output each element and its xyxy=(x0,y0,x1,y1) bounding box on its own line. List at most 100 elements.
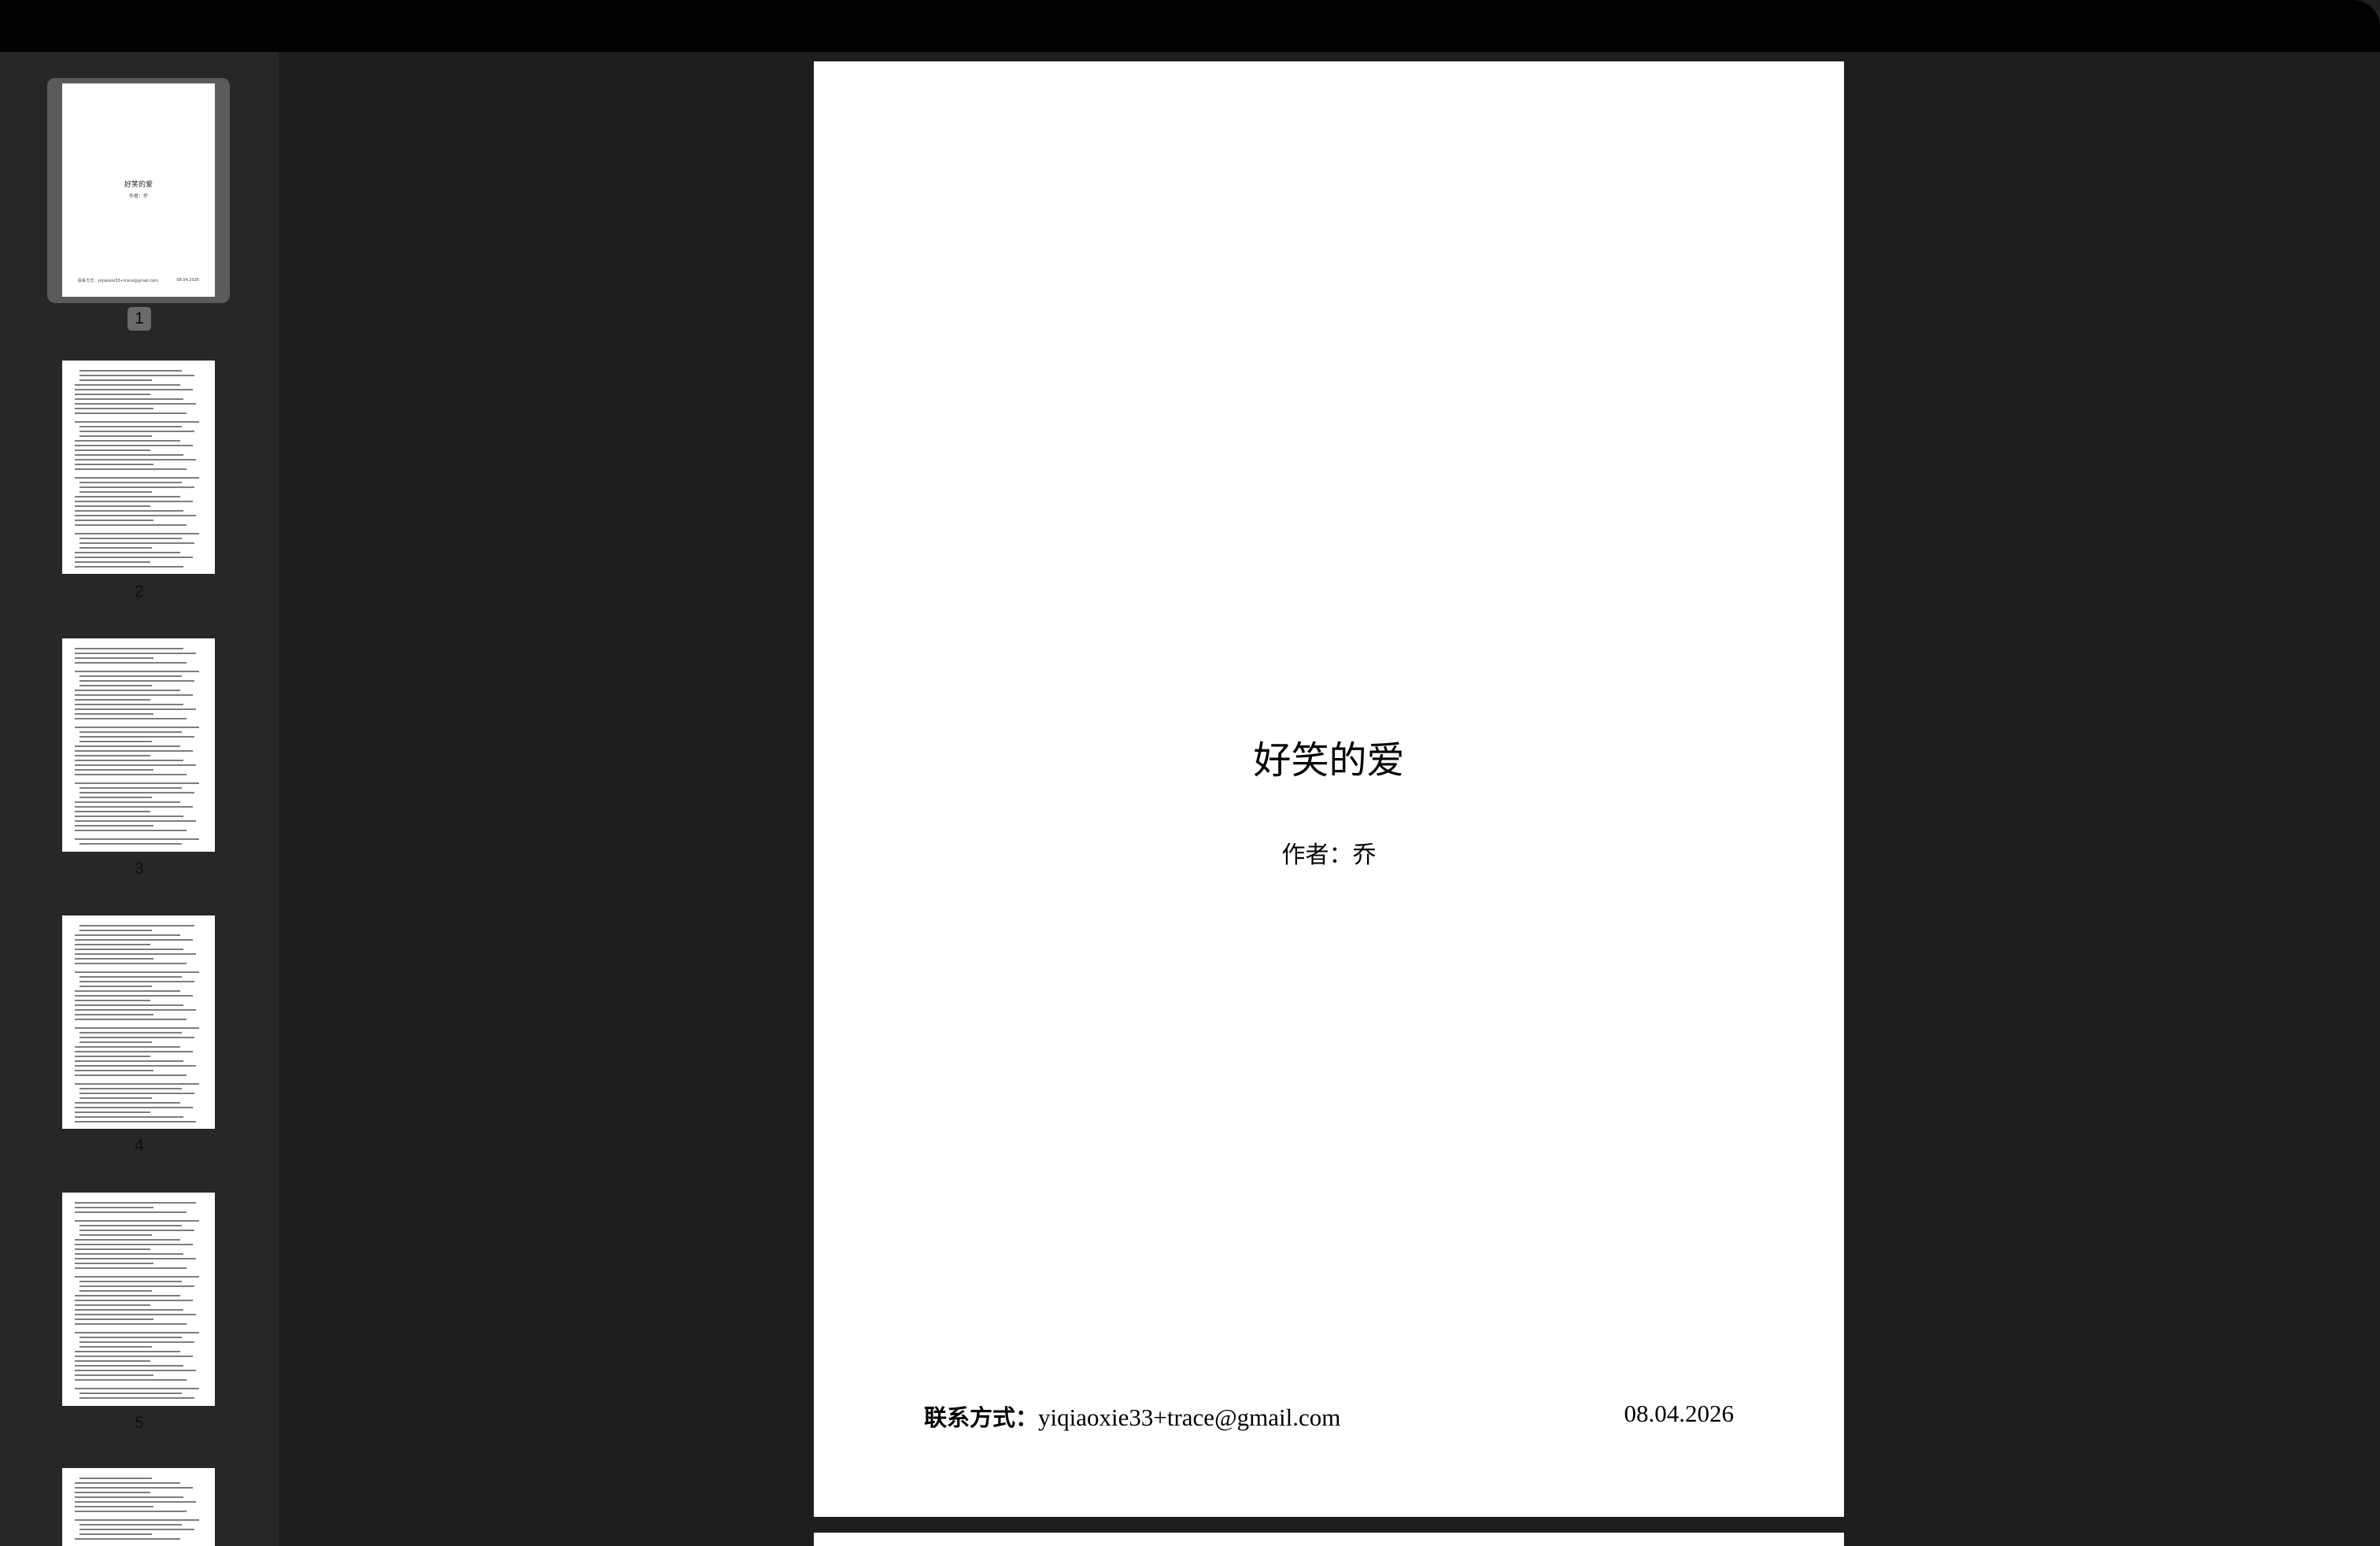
thumbnail-text-line xyxy=(75,1276,199,1278)
contact-email: yiqiaoxie33+trace@gmail.com xyxy=(1038,1404,1341,1431)
thumbnail-title: 好笑的爱 xyxy=(124,181,153,189)
thumbnail-text-line xyxy=(79,680,194,682)
thumbnail-text-line xyxy=(75,1009,196,1011)
thumbnail-text-line xyxy=(75,990,180,992)
thumbnail-text-line xyxy=(75,1519,199,1521)
thumbnail-text-line xyxy=(75,1267,187,1269)
thumbnail-text-line xyxy=(75,949,183,950)
thumbnail-text-line xyxy=(75,820,196,822)
thumbnail-text-line xyxy=(75,1360,150,1362)
thumbnail-text-line xyxy=(75,782,199,784)
thumbnail-text-line xyxy=(75,1019,187,1020)
thumbnail-text-line xyxy=(79,1346,152,1348)
thumbnail-text-line xyxy=(75,816,183,817)
thumbnail-page-2[interactable] xyxy=(62,361,215,574)
window-titlebar[interactable] xyxy=(0,0,2380,52)
thumbnail-text-line xyxy=(75,505,150,507)
thumbnail-text-line xyxy=(75,653,196,654)
thumbnail-text-line xyxy=(79,1032,182,1034)
thumbnail-text-line xyxy=(79,1529,194,1530)
document-page-1[interactable]: 好笑的爱 作者：乔 联系方式：yiqiaoxie33+trace@gmail.c… xyxy=(814,61,1844,1517)
thumbnail-text-line xyxy=(75,566,183,568)
thumbnail-text-line xyxy=(75,953,196,955)
thumbnail-text-line xyxy=(75,389,193,390)
thumbnail-text-line xyxy=(75,939,193,941)
thumbnail-text-line xyxy=(79,491,152,493)
thumbnail-text-line xyxy=(75,648,183,649)
thumbnail-page-number[interactable]: 2 xyxy=(0,583,279,601)
thumbnail-text-line xyxy=(75,412,187,414)
thumbnail-text-line xyxy=(75,468,187,470)
thumbnail-text-line xyxy=(75,1107,193,1108)
thumbnail-text-line xyxy=(79,930,152,931)
thumbnail-text-line xyxy=(75,657,153,659)
document-contact: 联系方式：yiqiaoxie33+trace@gmail.com xyxy=(924,1400,1340,1433)
thumbnail-text-line xyxy=(79,1037,194,1038)
thumbnail-text-line xyxy=(75,1220,199,1222)
thumbnail-text-line xyxy=(75,1244,193,1245)
thumbnail-text-line xyxy=(75,1211,187,1213)
thumbnail-text-line xyxy=(75,1356,193,1357)
thumbnail-text-line xyxy=(79,1524,182,1526)
thumbnail-text-line xyxy=(75,727,199,728)
thumbnail-text-line xyxy=(75,1239,180,1241)
thumbnail-text-line xyxy=(75,971,199,973)
thumbnail-text-line xyxy=(75,1248,150,1250)
thumbnail-text-line xyxy=(75,1027,199,1029)
thumbnail-text-line xyxy=(79,843,182,845)
thumbnail-text-line xyxy=(75,1056,150,1057)
thumbnail-text-line xyxy=(75,561,150,563)
document-page-2[interactable] xyxy=(814,1533,1844,1546)
thumbnail-text-line xyxy=(75,1538,180,1540)
thumbnail-page-1[interactable]: 好笑的爱 作者：乔 联系方式：yiqiaoxie33+trace@gmail.c… xyxy=(62,83,215,297)
thumbnail-page-number[interactable]: 5 xyxy=(0,1414,279,1433)
thumbnail-sidebar[interactable]: 好笑的爱 作者：乔 联系方式：yiqiaoxie33+trace@gmail.c… xyxy=(0,52,279,1546)
thumbnail-text-line xyxy=(75,459,196,460)
thumbnail-text-line xyxy=(75,1070,153,1071)
thumbnail-text-line xyxy=(79,741,152,742)
thumbnail-text-line xyxy=(75,1202,196,1204)
thumbnail-text-line xyxy=(75,662,187,664)
thumbnail-page-number[interactable]: 3 xyxy=(0,860,279,878)
thumbnail-text-line xyxy=(79,1393,182,1394)
thumbnail-date: 08.04.2026 xyxy=(176,278,199,283)
thumbnail-text-line xyxy=(79,538,182,539)
thumbnail-text-line xyxy=(75,1323,187,1325)
thumbnail-page-6[interactable] xyxy=(62,1468,215,1546)
thumbnail-text-line xyxy=(75,1365,183,1367)
thumbnail-text-line xyxy=(79,431,194,432)
thumbnail-text-line xyxy=(75,1004,183,1006)
thumbnail-page-3[interactable] xyxy=(62,638,215,852)
thumbnail-text-line xyxy=(75,1379,187,1381)
thumbnail-page-number[interactable]: 1 xyxy=(0,307,279,331)
thumbnail-text-line xyxy=(75,1314,196,1315)
thumbnail-text-line xyxy=(75,1319,153,1320)
thumbnail-text-line xyxy=(75,557,193,558)
thumbnail-text-line xyxy=(75,1351,180,1352)
thumbnail-text-line xyxy=(75,801,180,803)
thumbnail-text-line xyxy=(75,1065,196,1067)
thumbnail-text-line xyxy=(75,449,150,451)
thumbnail-text-line xyxy=(75,995,193,997)
thumbnail-text-line xyxy=(75,524,187,526)
thumbnail-text-line xyxy=(75,1304,150,1306)
thumbnail-text-line xyxy=(75,690,180,691)
thumbnail-text-line xyxy=(75,1060,183,1062)
thumbnail-page-number[interactable]: 4 xyxy=(0,1137,279,1156)
thumbnail-text-line xyxy=(75,421,199,423)
thumbnail-text-line xyxy=(75,718,187,719)
thumbnail-text-line xyxy=(75,520,153,521)
thumbnail-text-line xyxy=(75,394,150,395)
thumbnail-text-line xyxy=(79,976,182,978)
thumbnail-text-line xyxy=(79,1041,152,1043)
thumbnail-text-line xyxy=(79,435,152,437)
thumbnail-text-line xyxy=(75,1370,196,1371)
thumbnail-text-line xyxy=(75,1111,150,1113)
thumbnail-page-5[interactable] xyxy=(62,1193,215,1406)
thumbnail-text-line xyxy=(75,1207,153,1208)
thumbnail-page-4[interactable] xyxy=(62,915,215,1129)
thumbnail-text-line xyxy=(75,1482,180,1484)
thumbnail-text-line xyxy=(79,1397,194,1399)
thumbnail-text-line xyxy=(75,1309,183,1311)
thumbnail-text-line xyxy=(79,1230,194,1231)
